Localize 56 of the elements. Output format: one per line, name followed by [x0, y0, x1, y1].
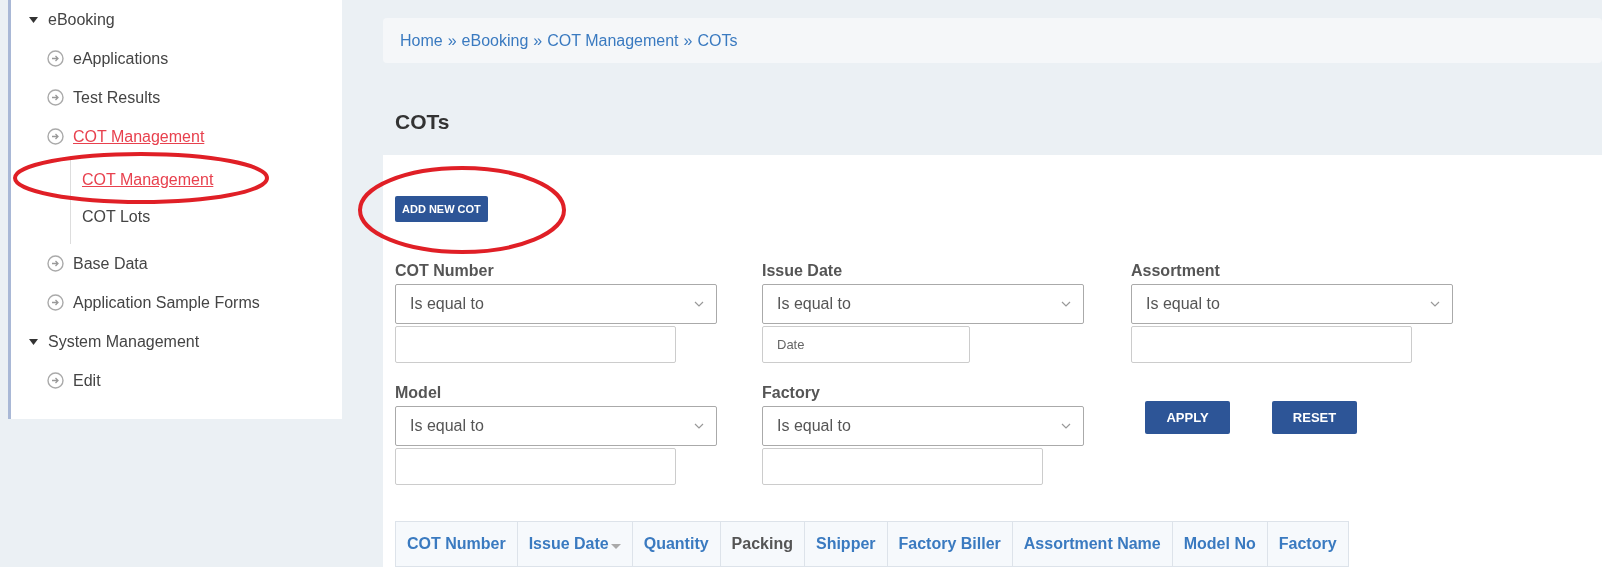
- sidebar-subitem[interactable]: COT Management: [82, 170, 214, 189]
- filter-label: Model: [395, 384, 443, 403]
- sidebar-section[interactable]: System Management: [48, 332, 200, 351]
- column-header[interactable]: Model No: [1172, 521, 1268, 567]
- column-header[interactable]: Factory Biller: [887, 521, 1013, 567]
- operator-dropdown[interactable]: Is equal to: [395, 284, 717, 324]
- column-header[interactable]: Assortment Name: [1012, 521, 1173, 567]
- arrow-circle-icon: [47, 255, 64, 272]
- arrow-circle-icon: [47, 372, 64, 389]
- column-header[interactable]: COT Number: [395, 521, 518, 567]
- page-title: COTs: [395, 109, 450, 134]
- arrow-circle-icon: [47, 50, 64, 67]
- operator-dropdown[interactable]: Is equal to: [1131, 284, 1453, 324]
- arrow-circle-icon: [47, 128, 64, 145]
- reset-button[interactable]: RESET: [1272, 401, 1357, 434]
- column-header[interactable]: Issue Date: [517, 521, 633, 567]
- filter-label: Factory: [762, 384, 821, 403]
- add-new-button[interactable]: ADD NEW COT: [395, 196, 488, 222]
- column-header: Packing: [720, 521, 805, 567]
- arrow-circle-icon: [47, 294, 64, 311]
- sidebar-item[interactable]: Base Data: [73, 254, 148, 273]
- operator-dropdown[interactable]: Is equal to: [762, 284, 1084, 324]
- sidebar-section[interactable]: eBooking: [48, 10, 115, 29]
- filter-input[interactable]: Date: [762, 326, 970, 363]
- sidebar-item[interactable]: eApplications: [73, 49, 169, 68]
- operator-dropdown[interactable]: Is equal to: [762, 406, 1084, 446]
- filter-label: COT Number: [395, 262, 495, 281]
- sidebar-item[interactable]: Test Results: [73, 88, 161, 107]
- breadcrumb-link[interactable]: COT Management: [547, 31, 679, 50]
- breadcrumb-link[interactable]: COTs: [697, 31, 738, 50]
- filter-label: Assortment: [1131, 262, 1221, 281]
- operator-dropdown[interactable]: Is equal to: [395, 406, 717, 446]
- column-header[interactable]: Quantity: [632, 521, 721, 567]
- chevron-down-icon: [1430, 301, 1440, 307]
- sidebar-subitem[interactable]: COT Lots: [82, 207, 151, 226]
- chevron-down-icon: [694, 301, 704, 307]
- breadcrumb-separator: »: [533, 31, 543, 50]
- filter-input[interactable]: [1131, 326, 1412, 363]
- column-header[interactable]: Shipper: [804, 521, 888, 567]
- chevron-down-icon: [1061, 301, 1071, 307]
- filter-input[interactable]: [395, 326, 676, 363]
- filter-input[interactable]: [395, 448, 676, 485]
- filter-label: Issue Date: [762, 262, 844, 281]
- sidebar-item[interactable]: COT Management: [73, 127, 205, 146]
- filter-input[interactable]: [762, 448, 1043, 485]
- breadcrumb-link[interactable]: eBooking: [461, 31, 529, 50]
- chevron-down-icon: [1061, 423, 1071, 429]
- breadcrumb-separator: »: [447, 31, 457, 50]
- sidebar-item[interactable]: Edit: [73, 371, 101, 390]
- apply-button[interactable]: APPLY: [1145, 401, 1230, 434]
- breadcrumb-link[interactable]: Home: [400, 31, 443, 50]
- sidebar-item[interactable]: Application Sample Forms: [73, 293, 260, 312]
- column-header[interactable]: Factory: [1267, 521, 1349, 567]
- arrow-circle-icon: [47, 89, 64, 106]
- chevron-down-icon: [694, 423, 704, 429]
- breadcrumb-separator: »: [683, 31, 693, 50]
